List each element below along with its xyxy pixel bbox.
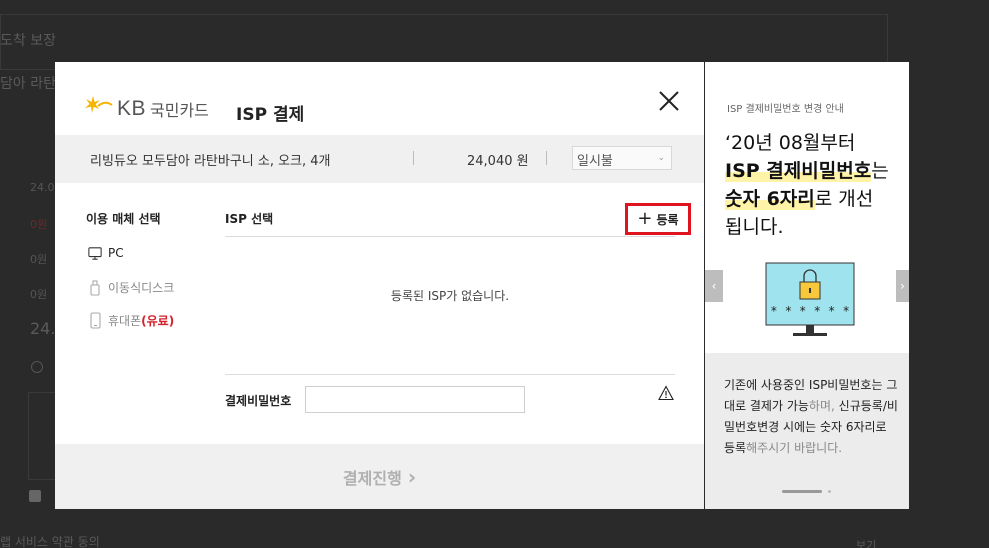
background-line1: 도착 보장 xyxy=(0,33,56,49)
background-item: 0원 xyxy=(30,218,48,231)
pc-icon xyxy=(88,245,102,261)
chevron-left-icon: ‹ xyxy=(711,279,717,293)
product-name: 리빙듀오 모두담아 라탄바구니 소, 오크, 4개 xyxy=(90,154,331,169)
chevron-right-icon: › xyxy=(900,279,905,293)
password-label: 결제비밀번호 xyxy=(225,394,292,408)
modal-title: ISP 결제 xyxy=(236,105,305,125)
chevron-right-icon: › xyxy=(407,464,417,489)
close-button[interactable] xyxy=(656,88,682,114)
headline-line: 됩니다. xyxy=(725,216,784,238)
next-slide-button[interactable]: › xyxy=(896,270,909,302)
lock-monitor-icon: * * * * * * xyxy=(765,262,857,340)
background-box xyxy=(28,392,58,480)
background-line2: 담아 라탄 xyxy=(0,76,56,92)
headline-line: ‘20년 08월부터 xyxy=(725,132,856,154)
background-item: 0원 xyxy=(30,253,48,266)
headline-line: 숫자 6자리로 개선 xyxy=(725,185,905,213)
background-bottom-text: 랩 서비스 약관 동의 xyxy=(0,535,100,548)
media-option-usb[interactable]: 이동식디스크 xyxy=(88,279,174,296)
password-stars: * * * * * * xyxy=(770,304,850,318)
media-option-label: PC xyxy=(108,246,124,260)
paid-badge: (유료) xyxy=(141,314,175,328)
proceed-payment-button[interactable]: 결제진행 › xyxy=(55,444,704,509)
plus-icon: + xyxy=(637,208,653,229)
media-option-label: 휴대폰 xyxy=(108,314,142,328)
background-checkbox xyxy=(29,490,41,502)
desc-muted: 해주시기 바랍니다. xyxy=(746,441,843,455)
background-bottom-right: 보기 xyxy=(856,539,877,548)
close-icon xyxy=(659,91,679,111)
slide-indicator xyxy=(782,490,831,493)
isp-select-title: ISP 선택 xyxy=(225,212,274,226)
logo-kb-text: KB xyxy=(117,96,147,120)
background-radio xyxy=(31,361,43,373)
background-item: 0원 xyxy=(30,288,48,301)
notice-header: ISP 결제비밀번호 변경 안내 xyxy=(727,104,844,115)
background-item: 24.0 xyxy=(30,181,55,194)
isp-payment-modal: KB 국민카드 ISP 결제 리빙듀오 모두담아 라탄바구니 소, 오크, 4개… xyxy=(55,62,704,509)
empty-isp-message: 등록된 ISP가 없습니다. xyxy=(390,289,510,303)
slide-dot[interactable] xyxy=(828,490,831,493)
notice-headline: ‘20년 08월부터 ISP 결제비밀번호는 숫자 6자리로 개선 됩니다. xyxy=(725,129,905,241)
warning-icon[interactable] xyxy=(658,385,674,401)
notice-description-area: 기존에 사용중인 ISP비밀번호는 그대로 결제가 가능하며, 신규등록/비밀번… xyxy=(705,353,909,509)
slide-dot-active[interactable] xyxy=(782,490,822,493)
proceed-label: 결제진행 xyxy=(342,468,402,488)
divider xyxy=(225,374,675,375)
notice-description: 기존에 사용중인 ISP비밀번호는 그대로 결제가 가능하며, 신규등록/비밀번… xyxy=(724,375,900,459)
desc-muted: 하며, xyxy=(808,399,835,413)
usb-icon xyxy=(88,279,102,296)
password-input[interactable] xyxy=(305,386,525,413)
register-isp-button[interactable]: + 등록 xyxy=(625,203,691,235)
media-option-phone[interactable]: 휴대폰 (유료) xyxy=(88,312,174,329)
media-option-label: 이동식디스크 xyxy=(108,281,175,295)
headline-line: ISP 결제비밀번호는 xyxy=(725,157,905,185)
divider xyxy=(225,236,675,237)
headline-text: 로 개선 xyxy=(814,188,874,210)
isp-notice-panel: ISP 결제비밀번호 변경 안내 ‘20년 08월부터 ISP 결제비밀번호는 … xyxy=(705,62,909,509)
product-summary-bar: 리빙듀오 모두담아 라탄바구니 소, 오크, 4개 24,040 원 일시불 ⌄ xyxy=(55,135,704,183)
media-option-pc[interactable]: PC xyxy=(88,245,124,261)
divider xyxy=(413,151,414,165)
register-label: 등록 xyxy=(656,212,679,227)
headline-highlight: ISP 결제비밀번호 xyxy=(725,160,872,182)
logo-korean-text: 국민카드 xyxy=(150,100,209,120)
background-total: 24. xyxy=(30,319,56,338)
kb-star-icon xyxy=(85,96,113,121)
chevron-down-icon: ⌄ xyxy=(657,153,665,163)
headline-text: 는 xyxy=(871,160,889,182)
divider xyxy=(546,151,547,165)
installment-select[interactable]: 일시불 ⌄ xyxy=(572,146,672,170)
modal-footer: 결제진행 › xyxy=(55,444,704,509)
price: 24,040 원 xyxy=(467,154,529,169)
installment-selected: 일시불 xyxy=(577,154,613,169)
headline-highlight: 숫자 6자리 xyxy=(725,188,815,210)
prev-slide-button[interactable]: ‹ xyxy=(705,270,723,302)
kb-card-logo: KB 국민카드 xyxy=(85,96,209,121)
phone-icon xyxy=(88,312,102,329)
media-title: 이용 매체 선택 xyxy=(86,212,161,226)
